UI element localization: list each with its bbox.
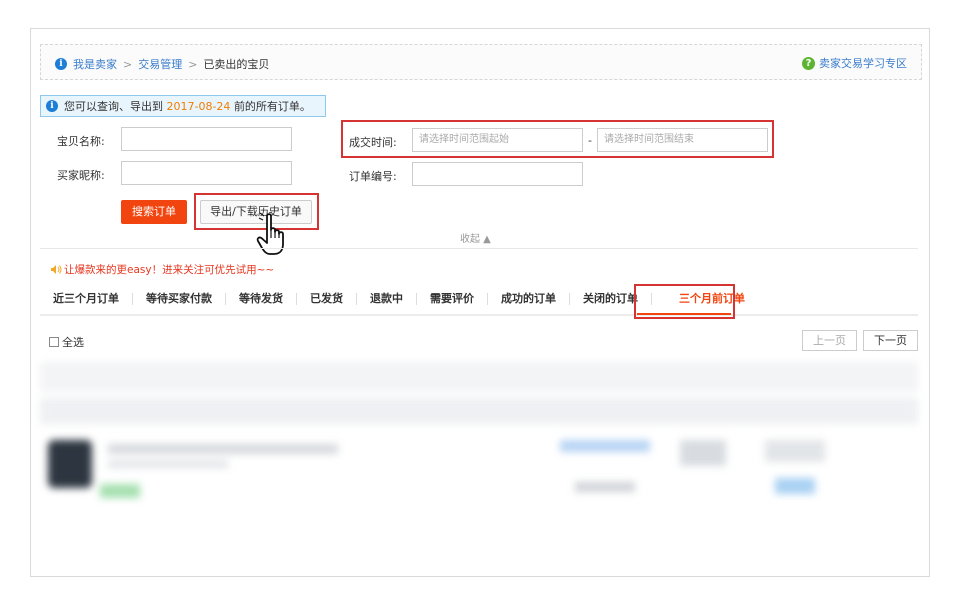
tab-refunding[interactable]: 退款中 <box>357 293 417 305</box>
collapse-toggle[interactable]: 收起 ▲ <box>460 230 491 245</box>
tab-shipped[interactable]: 已发货 <box>297 293 357 305</box>
highlight-box-deal-time <box>341 120 774 158</box>
prev-page-button[interactable]: 上一页 <box>802 330 857 351</box>
next-page-button[interactable]: 下一页 <box>863 330 918 351</box>
item-name-label: 宝贝名称: <box>57 135 105 148</box>
tab-recent-three-months[interactable]: 近三个月订单 <box>40 293 133 305</box>
info-icon: i <box>46 100 58 112</box>
breadcrumb-seller[interactable]: 我是卖家 <box>73 56 117 72</box>
breadcrumb-current: 已卖出的宝贝 <box>203 58 270 71</box>
breadcrumb-separator: > <box>123 57 133 71</box>
hand-pointer-icon <box>256 212 284 255</box>
notice-prefix: 您可以查询、导出到 <box>64 100 163 113</box>
breadcrumb-separator: > <box>188 57 198 71</box>
tab-needs-review[interactable]: 需要评价 <box>417 293 488 305</box>
notice-bar: i 您可以查询、导出到 2017-08-24 前的所有订单。 <box>40 95 326 117</box>
question-icon: ? <box>802 56 815 70</box>
divider <box>40 248 918 249</box>
select-all-checkbox[interactable] <box>49 337 59 347</box>
select-all-label: 全选 <box>62 336 84 349</box>
tab-awaiting-shipment[interactable]: 等待发货 <box>226 293 297 305</box>
order-tabs: 近三个月订单 等待买家付款 等待发货 已发货 退款中 需要评价 成功的订单 关闭… <box>40 284 918 316</box>
notice-text: 您可以查询、导出到 2017-08-24 前的所有订单。 <box>64 98 311 114</box>
promo-banner[interactable]: 让爆款来的更easy！进来关注可优先试用~~ <box>50 262 274 277</box>
highlight-box-tab <box>634 284 735 319</box>
select-all[interactable]: 全选 <box>49 334 84 350</box>
buyer-nickname-label: 买家昵称: <box>57 169 105 182</box>
notice-date: 2017-08-24 <box>166 100 231 113</box>
buyer-nickname-input[interactable] <box>121 161 292 185</box>
order-no-input[interactable] <box>412 162 583 186</box>
promo-text: 让爆款来的更easy！进来关注可优先试用~~ <box>64 264 275 276</box>
tab-successful[interactable]: 成功的订单 <box>488 293 570 305</box>
breadcrumb-bar: i 我是卖家 > 交易管理 > 已卖出的宝贝 ? 卖家交易学习专区 <box>40 44 922 80</box>
item-name-input[interactable] <box>121 127 292 151</box>
blurred-order-list <box>40 360 918 520</box>
order-no-label: 订单编号: <box>349 170 397 183</box>
speaker-icon <box>51 265 62 274</box>
breadcrumb-trade-management[interactable]: 交易管理 <box>138 56 182 72</box>
tab-awaiting-payment[interactable]: 等待买家付款 <box>133 293 226 305</box>
help-link-label: 卖家交易学习专区 <box>819 57 907 70</box>
info-icon: i <box>55 58 67 70</box>
notice-suffix: 前的所有订单。 <box>233 100 311 113</box>
help-link[interactable]: ? 卖家交易学习专区 <box>802 55 907 71</box>
breadcrumb: i 我是卖家 > 交易管理 > 已卖出的宝贝 <box>55 56 269 72</box>
search-orders-button[interactable]: 搜索订单 <box>121 200 187 224</box>
